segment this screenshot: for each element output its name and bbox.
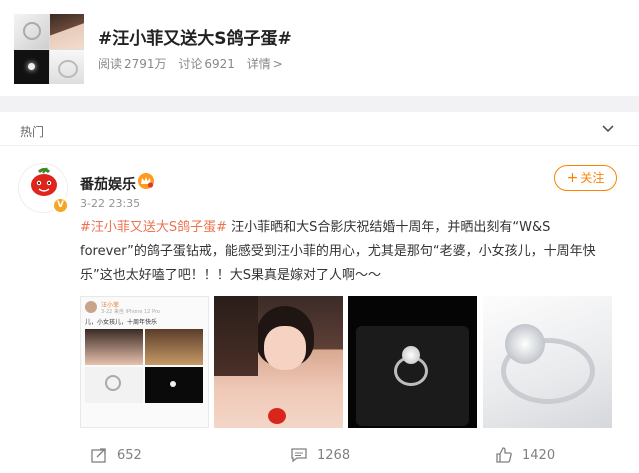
post-image-couple[interactable] — [214, 296, 343, 428]
face-shape — [264, 326, 306, 370]
details-label: 详情 — [246, 57, 271, 71]
post-hashtag[interactable]: #汪小菲又送大S鸽子蛋# — [80, 220, 227, 235]
section-gap — [0, 96, 639, 112]
comment-icon — [291, 448, 307, 463]
diamond-shape — [402, 346, 420, 364]
username[interactable]: 番茄娱乐 — [80, 174, 136, 194]
comment-count: 1268 — [317, 447, 351, 463]
topic-stats: 阅读 2791万 讨论 6921 详情 > — [98, 55, 287, 72]
discuss-label: 讨论 — [178, 57, 203, 71]
thumbnail-ring-photo — [14, 14, 49, 49]
comment-button[interactable]: 1268 — [290, 446, 350, 464]
section-label: 热门 — [20, 125, 45, 139]
plus-icon: + — [566, 170, 579, 186]
post-content: #汪小菲又送大S鸽子蛋# 汪小菲晒和大S合影庆祝结婚十周年，并晒出刻有“W&S … — [80, 216, 620, 288]
mini-caption: 儿，小女孩儿，十周年快乐 — [85, 319, 158, 326]
follow-button[interactable]: + 关注 — [554, 165, 617, 191]
thumbnail-ring-closeup — [49, 49, 84, 84]
topic-thumbnail[interactable] — [14, 14, 84, 84]
post-image-ring-closeup[interactable] — [483, 296, 612, 428]
topic-title[interactable]: #汪小菲又送大S鸽子蛋# — [98, 24, 292, 49]
repost-icon — [91, 448, 106, 463]
diamond-shape — [505, 324, 545, 364]
vip-crown-icon[interactable] — [137, 172, 155, 190]
chevron-right-icon: > — [272, 57, 283, 71]
post-images: 汪小菲 3-22 来自 iPhone 12 Pro 儿，小女孩儿，十周年快乐 — [80, 296, 612, 428]
action-bar: 652 1268 1420 — [0, 440, 639, 473]
post-image-screenshot[interactable]: 汪小菲 3-22 来自 iPhone 12 Pro 儿，小女孩儿，十周年快乐 — [80, 296, 209, 428]
like-count: 1420 — [522, 447, 556, 463]
verified-icon: V — [52, 197, 69, 214]
like-icon — [496, 447, 512, 463]
like-button[interactable]: 1420 — [495, 446, 555, 464]
apple-shape — [268, 408, 286, 424]
details-link[interactable]: 详情 > — [247, 57, 285, 71]
thumbnail-diamond-photo — [14, 49, 49, 84]
mini-photo-couple — [85, 329, 143, 365]
mini-photo-diamond — [145, 367, 203, 403]
repost-count: 652 — [117, 447, 142, 463]
person-shape — [214, 296, 258, 376]
repost-button[interactable]: 652 — [90, 446, 142, 464]
section-header: 热门 — [0, 112, 639, 146]
thumbnail-couple-photo — [49, 14, 84, 49]
topic-header: #汪小菲又送大S鸽子蛋# 阅读 2791万 讨论 6921 详情 > — [0, 0, 639, 96]
post-time[interactable]: 3-22 23:35 — [80, 197, 140, 210]
read-label: 阅读 — [98, 57, 123, 71]
read-count: 2791万 — [124, 57, 167, 71]
mini-avatar — [85, 301, 97, 313]
mini-photo-dinner — [145, 329, 203, 365]
collapse-chevron-icon[interactable] — [600, 120, 616, 136]
mini-photo-ring — [85, 367, 143, 403]
post-image-ring-box[interactable] — [348, 296, 477, 428]
discuss-count: 6921 — [204, 57, 235, 71]
mini-meta: 3-22 来自 iPhone 12 Pro — [101, 309, 160, 315]
follow-label: 关注 — [580, 171, 605, 185]
